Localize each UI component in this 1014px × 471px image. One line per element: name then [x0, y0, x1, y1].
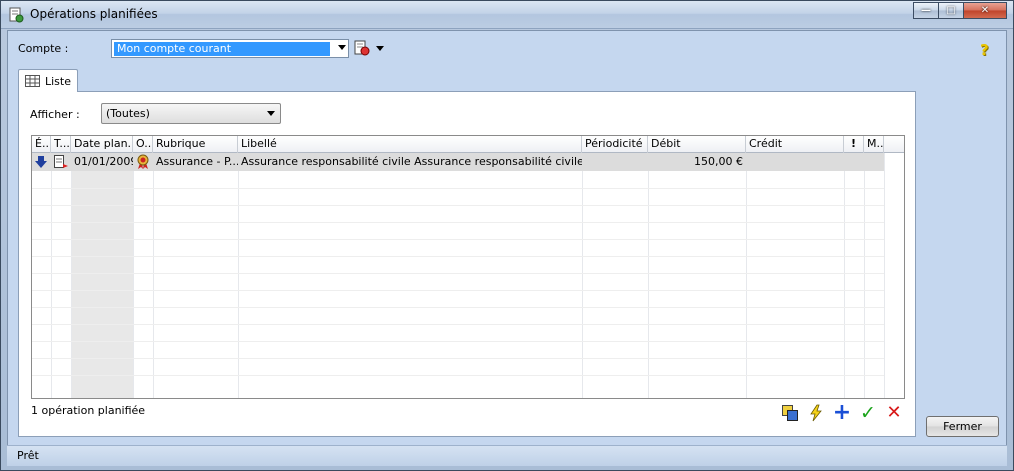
chevron-down-icon[interactable] [267, 111, 275, 116]
title-bar[interactable]: Opérations planifiées — □ ✕ [1, 1, 1013, 29]
column-header-libelle[interactable]: Libellé [238, 136, 582, 153]
row-divider [32, 341, 884, 342]
minimize-icon: — [921, 4, 931, 16]
tab-liste[interactable]: Liste [18, 69, 78, 92]
table-actions: + ✓ ✕ [781, 400, 903, 425]
row-flag [844, 153, 864, 171]
column-divider [648, 153, 649, 398]
account-options-button[interactable] [353, 39, 385, 58]
operation-count: 1 opération planifiée [31, 404, 146, 417]
dialog-client-area: Compte : Mon compte courant ? Liste Affi… [7, 30, 1007, 466]
chevron-down-icon[interactable] [338, 45, 346, 50]
column-divider [864, 153, 865, 398]
copy-icon [782, 405, 798, 421]
tab-label: Liste [45, 74, 71, 88]
chevron-down-icon[interactable] [376, 46, 384, 51]
column-header-credit[interactable]: Crédit [746, 136, 844, 153]
close-icon: ✕ [980, 4, 990, 16]
row-libelle: Assurance responsabilité civile Assuranc… [241, 155, 582, 168]
column-divider [582, 153, 583, 398]
copy-button[interactable] [781, 404, 799, 422]
row-divider [32, 256, 884, 257]
row-divider [32, 324, 884, 325]
row-etat-cell [32, 153, 51, 171]
column-divider [844, 153, 845, 398]
column-header-type[interactable]: T... [51, 136, 71, 153]
column-header-date[interactable]: Date plan... [71, 136, 133, 153]
row-credit [746, 153, 844, 171]
column-divider [884, 153, 885, 398]
liste-panel: Afficher : (Toutes) É... T... Date plan.… [18, 91, 916, 437]
column-header-etat[interactable]: É... [32, 136, 51, 153]
row-debit: 150,00 € [694, 155, 743, 168]
maximize-button[interactable]: □ [938, 2, 964, 19]
compte-dropdown[interactable]: Mon compte courant [111, 39, 349, 58]
validate-icon: ✓ [860, 401, 876, 424]
row-date: 01/01/2009 [74, 155, 133, 168]
row-divider [32, 188, 884, 189]
grid-icon [25, 75, 40, 87]
row-divider [32, 273, 884, 274]
afficher-dropdown[interactable]: (Toutes) [101, 103, 281, 124]
row-periodicite [582, 153, 648, 171]
account-settings-icon [354, 40, 370, 56]
column-header-origine[interactable]: O... [133, 136, 153, 153]
column-divider [746, 153, 747, 398]
table-row[interactable]: 01/01/2009 Assurance - P... Assurance re… [32, 153, 884, 171]
app-window: Opérations planifiées — □ ✕ Compte : Mon… [0, 0, 1014, 471]
date-column-shade [71, 153, 133, 398]
afficher-selected-value: (Toutes) [106, 107, 150, 120]
fermer-button[interactable]: Fermer [926, 416, 999, 437]
column-header-flag[interactable]: ! [844, 136, 864, 153]
row-divider [32, 205, 884, 206]
table-header: É... T... Date plan... O... Rubrique Lib… [32, 136, 904, 153]
window-title: Opérations planifiées [30, 7, 158, 21]
column-divider [153, 153, 154, 398]
maximize-icon: □ [946, 4, 956, 16]
scheduled-operations-icon [8, 7, 24, 23]
row-divider [32, 290, 884, 291]
compte-label: Compte : [18, 42, 69, 55]
column-divider [238, 153, 239, 398]
window-controls: — □ ✕ [913, 2, 1007, 20]
column-header-periodicite[interactable]: Périodicité [582, 136, 648, 153]
column-header-m[interactable]: M... [864, 136, 884, 153]
row-divider [32, 375, 884, 376]
delete-icon: ✕ [886, 402, 902, 423]
row-m [864, 153, 884, 171]
add-icon: + [832, 400, 852, 425]
document-icon [54, 155, 68, 168]
row-divider [32, 307, 884, 308]
execute-button[interactable] [807, 404, 825, 422]
column-header-debit[interactable]: Débit [648, 136, 746, 153]
lightning-icon [810, 404, 822, 422]
validate-button[interactable]: ✓ [859, 401, 877, 424]
operations-table[interactable]: É... T... Date plan... O... Rubrique Lib… [31, 135, 905, 399]
compte-selected-value: Mon compte courant [114, 42, 330, 56]
help-icon[interactable]: ? [980, 41, 989, 59]
row-origine-cell [133, 153, 153, 171]
status-text: Prêt [17, 449, 39, 462]
afficher-label: Afficher : [30, 108, 80, 121]
minimize-button[interactable]: — [913, 2, 939, 19]
add-button[interactable]: + [832, 400, 852, 425]
column-divider [133, 153, 134, 398]
column-divider [71, 153, 72, 398]
status-bar: Prêt [7, 445, 1007, 466]
column-divider [51, 153, 52, 398]
row-divider [32, 358, 884, 359]
column-header-rubrique[interactable]: Rubrique [153, 136, 238, 153]
ribbon-icon [137, 154, 149, 169]
row-divider [32, 239, 884, 240]
close-window-button[interactable]: ✕ [963, 2, 1007, 19]
down-arrow-icon [35, 156, 47, 168]
row-type-cell [51, 153, 71, 171]
row-rubrique: Assurance - P... [156, 155, 238, 168]
delete-button[interactable]: ✕ [885, 404, 903, 422]
row-divider [32, 222, 884, 223]
